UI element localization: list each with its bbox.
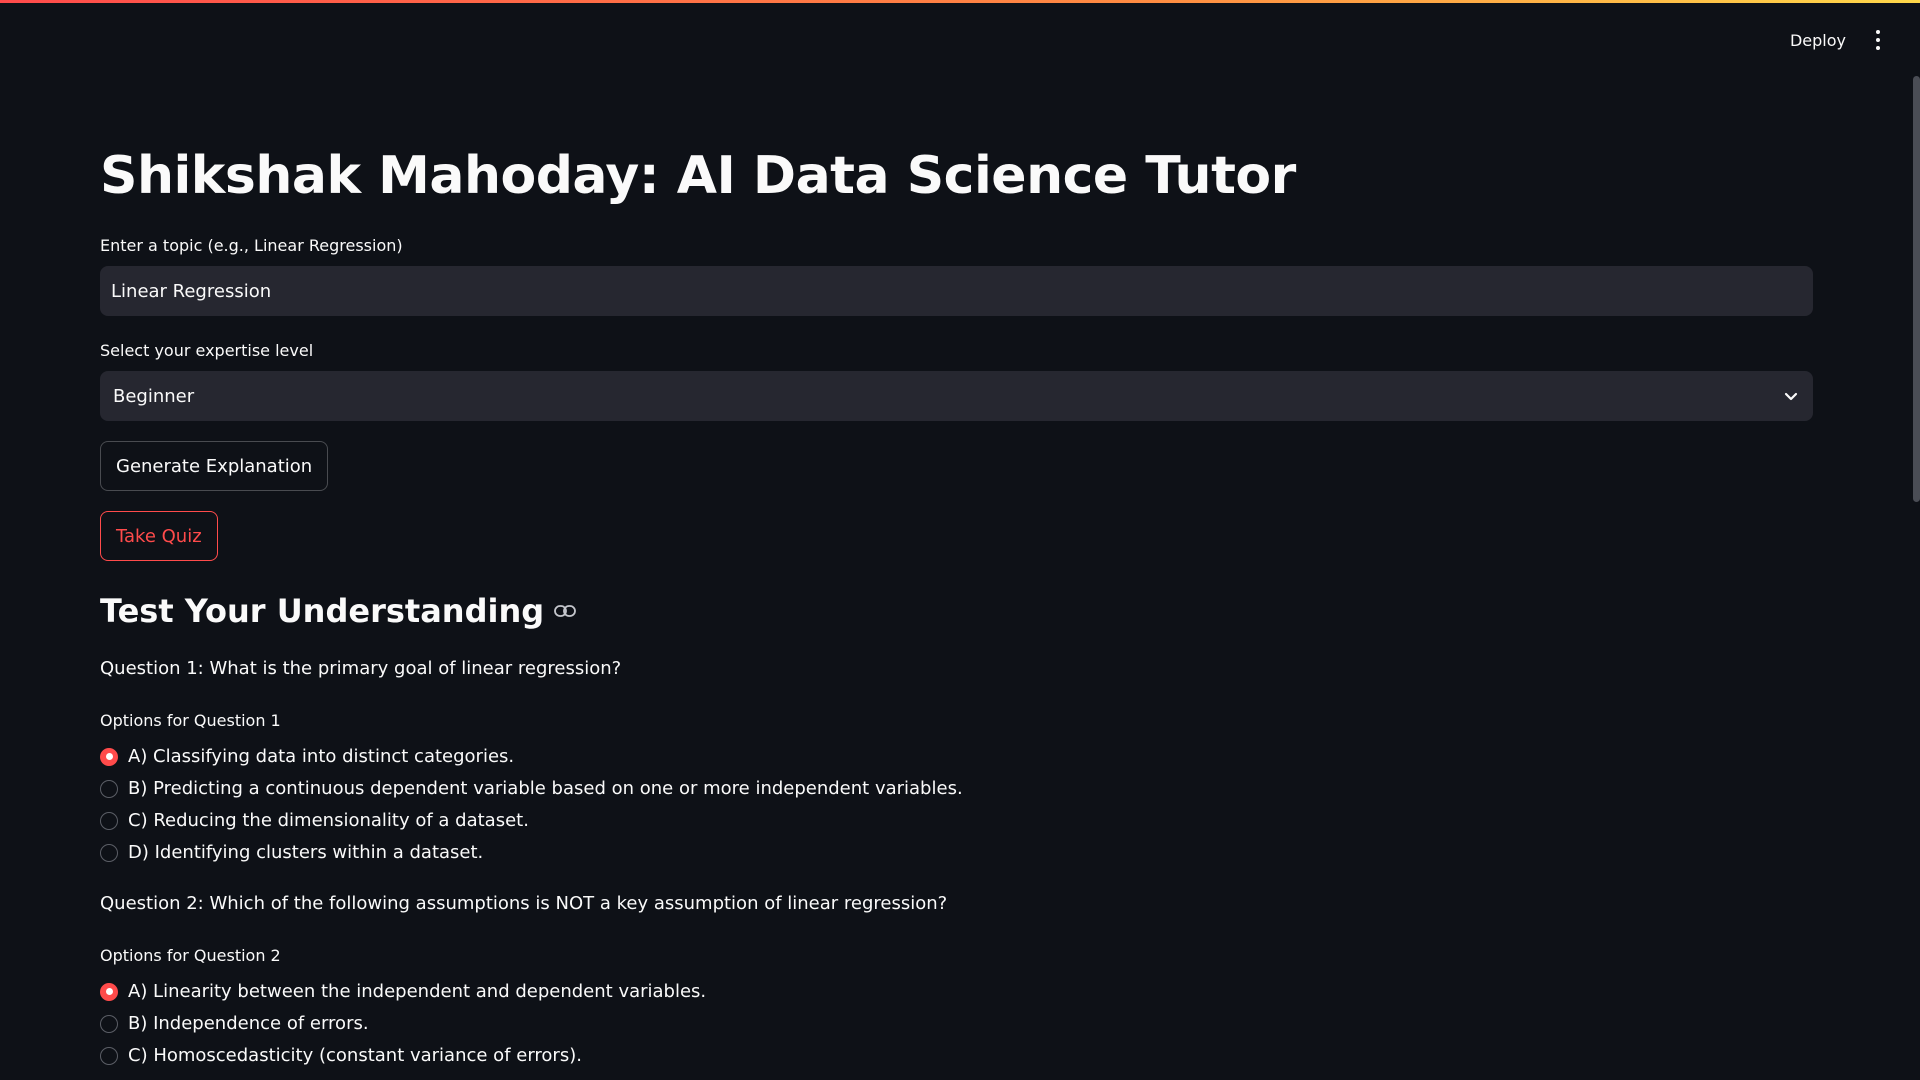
expertise-selected-value: Beginner <box>113 385 195 407</box>
quiz-heading-text: Test Your Understanding <box>100 592 545 630</box>
vertical-ellipsis-icon[interactable] <box>1872 28 1884 52</box>
option-label: B) Predicting a continuous dependent var… <box>128 778 963 799</box>
option-label: C) Reducing the dimensionality of a data… <box>128 810 529 831</box>
expertise-label: Select your expertise level <box>100 341 314 360</box>
deploy-button[interactable]: Deploy <box>1790 31 1846 50</box>
question-1-option-a[interactable]: A) Classifying data into distinct catego… <box>100 746 514 767</box>
topic-input[interactable]: Linear Regression <box>100 266 1813 316</box>
question-2-options-label: Options for Question 2 <box>100 946 281 965</box>
question-1-option-c[interactable]: C) Reducing the dimensionality of a data… <box>100 810 529 831</box>
generate-explanation-button[interactable]: Generate Explanation <box>100 441 329 491</box>
question-1-option-b[interactable]: B) Predicting a continuous dependent var… <box>100 778 963 799</box>
scrollbar-thumb[interactable] <box>1913 76 1920 502</box>
quiz-heading: Test Your Understanding <box>100 592 577 630</box>
question-2-option-c[interactable]: C) Homoscedasticity (constant variance o… <box>100 1045 582 1066</box>
link-icon[interactable] <box>554 604 577 618</box>
radio-icon[interactable] <box>100 982 118 1001</box>
radio-icon[interactable] <box>100 747 118 766</box>
question-1-options-label: Options for Question 1 <box>100 711 281 730</box>
expertise-select[interactable]: Beginner <box>100 371 1813 421</box>
app-header: Deploy <box>1790 28 1884 52</box>
question-2-option-a[interactable]: A) Linearity between the independent and… <box>100 981 706 1002</box>
question-1-option-d[interactable]: D) Identifying clusters within a dataset… <box>100 842 483 863</box>
page-title: Shikshak Mahoday: AI Data Science Tutor <box>100 146 1296 206</box>
menu-dot <box>1876 46 1880 50</box>
chevron-down-icon <box>1782 387 1800 405</box>
menu-dot <box>1876 30 1880 34</box>
topic-label: Enter a topic (e.g., Linear Regression) <box>100 236 403 255</box>
question-2-option-b[interactable]: B) Independence of errors. <box>100 1013 369 1034</box>
radio-icon[interactable] <box>100 779 118 798</box>
question-2: Question 2: Which of the following assum… <box>100 893 948 914</box>
question-1: Question 1: What is the primary goal of … <box>100 658 622 679</box>
radio-icon[interactable] <box>100 811 118 830</box>
radio-icon[interactable] <box>100 843 118 862</box>
top-decoration-bar <box>0 0 1920 3</box>
take-quiz-button[interactable]: Take Quiz <box>100 511 218 561</box>
radio-icon[interactable] <box>100 1014 118 1033</box>
option-label: B) Independence of errors. <box>128 1013 369 1034</box>
option-label: D) Identifying clusters within a dataset… <box>128 842 484 863</box>
option-label: C) Homoscedasticity (constant variance o… <box>128 1045 582 1066</box>
option-label: A) Linearity between the independent and… <box>128 981 707 1002</box>
menu-dot <box>1876 38 1880 42</box>
radio-icon[interactable] <box>100 1046 118 1065</box>
option-label: A) Classifying data into distinct catego… <box>128 746 515 767</box>
